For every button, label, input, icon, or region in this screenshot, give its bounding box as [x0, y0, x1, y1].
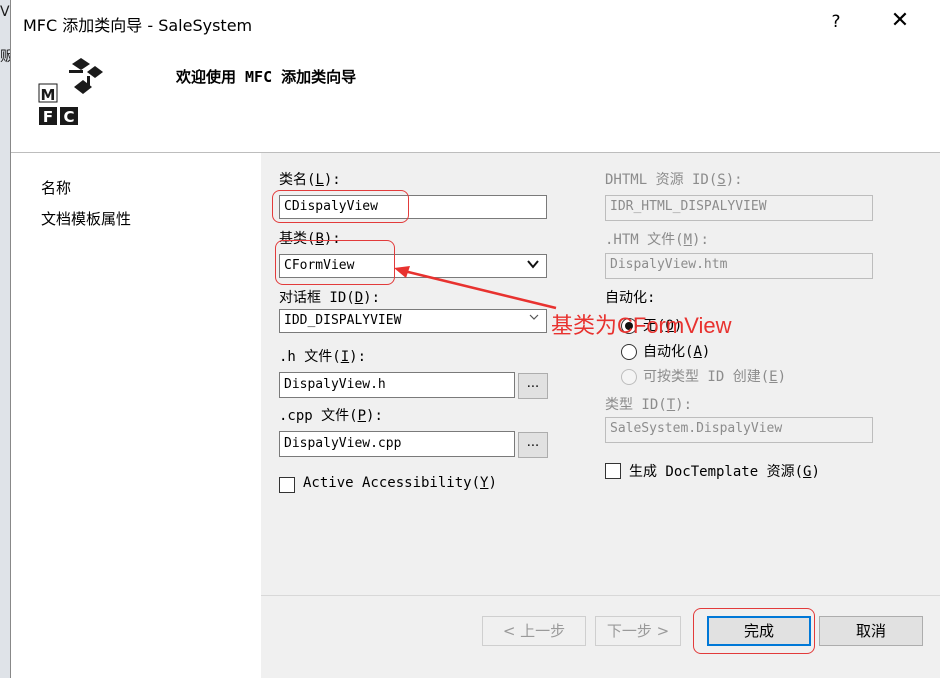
h-file-label: .h 文件(I):	[279, 349, 367, 365]
cancel-button[interactable]: 取消	[819, 616, 923, 646]
automation-auto-label: 自动化(A)	[643, 344, 711, 360]
htm-file-input: DispalyView.htm	[605, 253, 873, 279]
welcome-heading: 欢迎使用 MFC 添加类向导	[176, 68, 357, 86]
wizard-main-pane: 类名(L): CDispalyView 基类(B): CFormView 对话框…	[261, 153, 940, 678]
dhtml-id-label: DHTML 资源 ID(S):	[605, 172, 743, 188]
cpp-file-label: .cpp 文件(P):	[279, 408, 383, 424]
close-button[interactable]: ✕	[883, 6, 917, 36]
automation-create-by-type-label: 可按类型 ID 创建(E)	[643, 369, 787, 385]
wizard-dialog: MFC 添加类向导 - SaleSystem ? ✕ M F C 欢迎使用 MF…	[10, 0, 940, 678]
logo-letter: F	[43, 108, 53, 126]
type-id-input: SaleSystem.DispalyView	[605, 417, 873, 443]
doctemplate-label: 生成 DocTemplate 资源(G)	[629, 464, 820, 480]
highlight-class-name	[272, 190, 409, 223]
highlight-finish	[693, 608, 815, 654]
nav-item-name[interactable]: 名称	[41, 177, 71, 198]
footer-divider	[261, 595, 940, 596]
class-name-label: 类名(L):	[279, 172, 341, 188]
wizard-nav: 名称 文档模板属性	[11, 153, 261, 678]
type-id-label: 类型 ID(T):	[605, 397, 693, 413]
highlight-base-class	[275, 240, 395, 285]
nav-item-doc-template[interactable]: 文档模板属性	[41, 208, 131, 229]
help-button[interactable]: ?	[823, 8, 849, 36]
h-file-browse-button[interactable]: ...	[518, 373, 548, 399]
automation-create-by-type-radio	[621, 369, 637, 385]
dialog-id-label: 对话框 ID(D):	[279, 290, 381, 306]
automation-label: 自动化:	[605, 290, 656, 306]
dhtml-id-input: IDR_HTML_DISPALYVIEW	[605, 195, 873, 221]
dialog-id-value: IDD_DISPALYVIEW	[284, 313, 402, 328]
prev-button: < 上一步	[482, 616, 586, 646]
doctemplate-checkbox[interactable]	[605, 463, 621, 479]
annotation-arrow-icon	[394, 266, 557, 310]
cpp-file-input[interactable]: DispalyView.cpp	[279, 431, 515, 457]
background-text: V	[0, 4, 10, 20]
automation-auto-radio[interactable]	[621, 344, 637, 360]
htm-file-label: .HTM 文件(M):	[605, 232, 709, 248]
cpp-file-browse-button[interactable]: ...	[518, 432, 548, 458]
annotation-text: 基类为CFormView	[551, 313, 732, 338]
logo-letter: C	[63, 108, 74, 126]
active-accessibility-label: Active Accessibility(Y)	[303, 475, 497, 491]
title-bar: MFC 添加类向导 - SaleSystem ? ✕	[11, 0, 940, 44]
h-file-input[interactable]: DispalyView.h	[279, 372, 515, 398]
logo-letter: M	[41, 86, 56, 104]
window-title: MFC 添加类向导 - SaleSystem	[23, 16, 253, 35]
active-accessibility-checkbox[interactable]	[279, 477, 295, 493]
mfc-logo-icon: M F C	[38, 58, 103, 126]
next-button: 下一步 >	[595, 616, 681, 646]
